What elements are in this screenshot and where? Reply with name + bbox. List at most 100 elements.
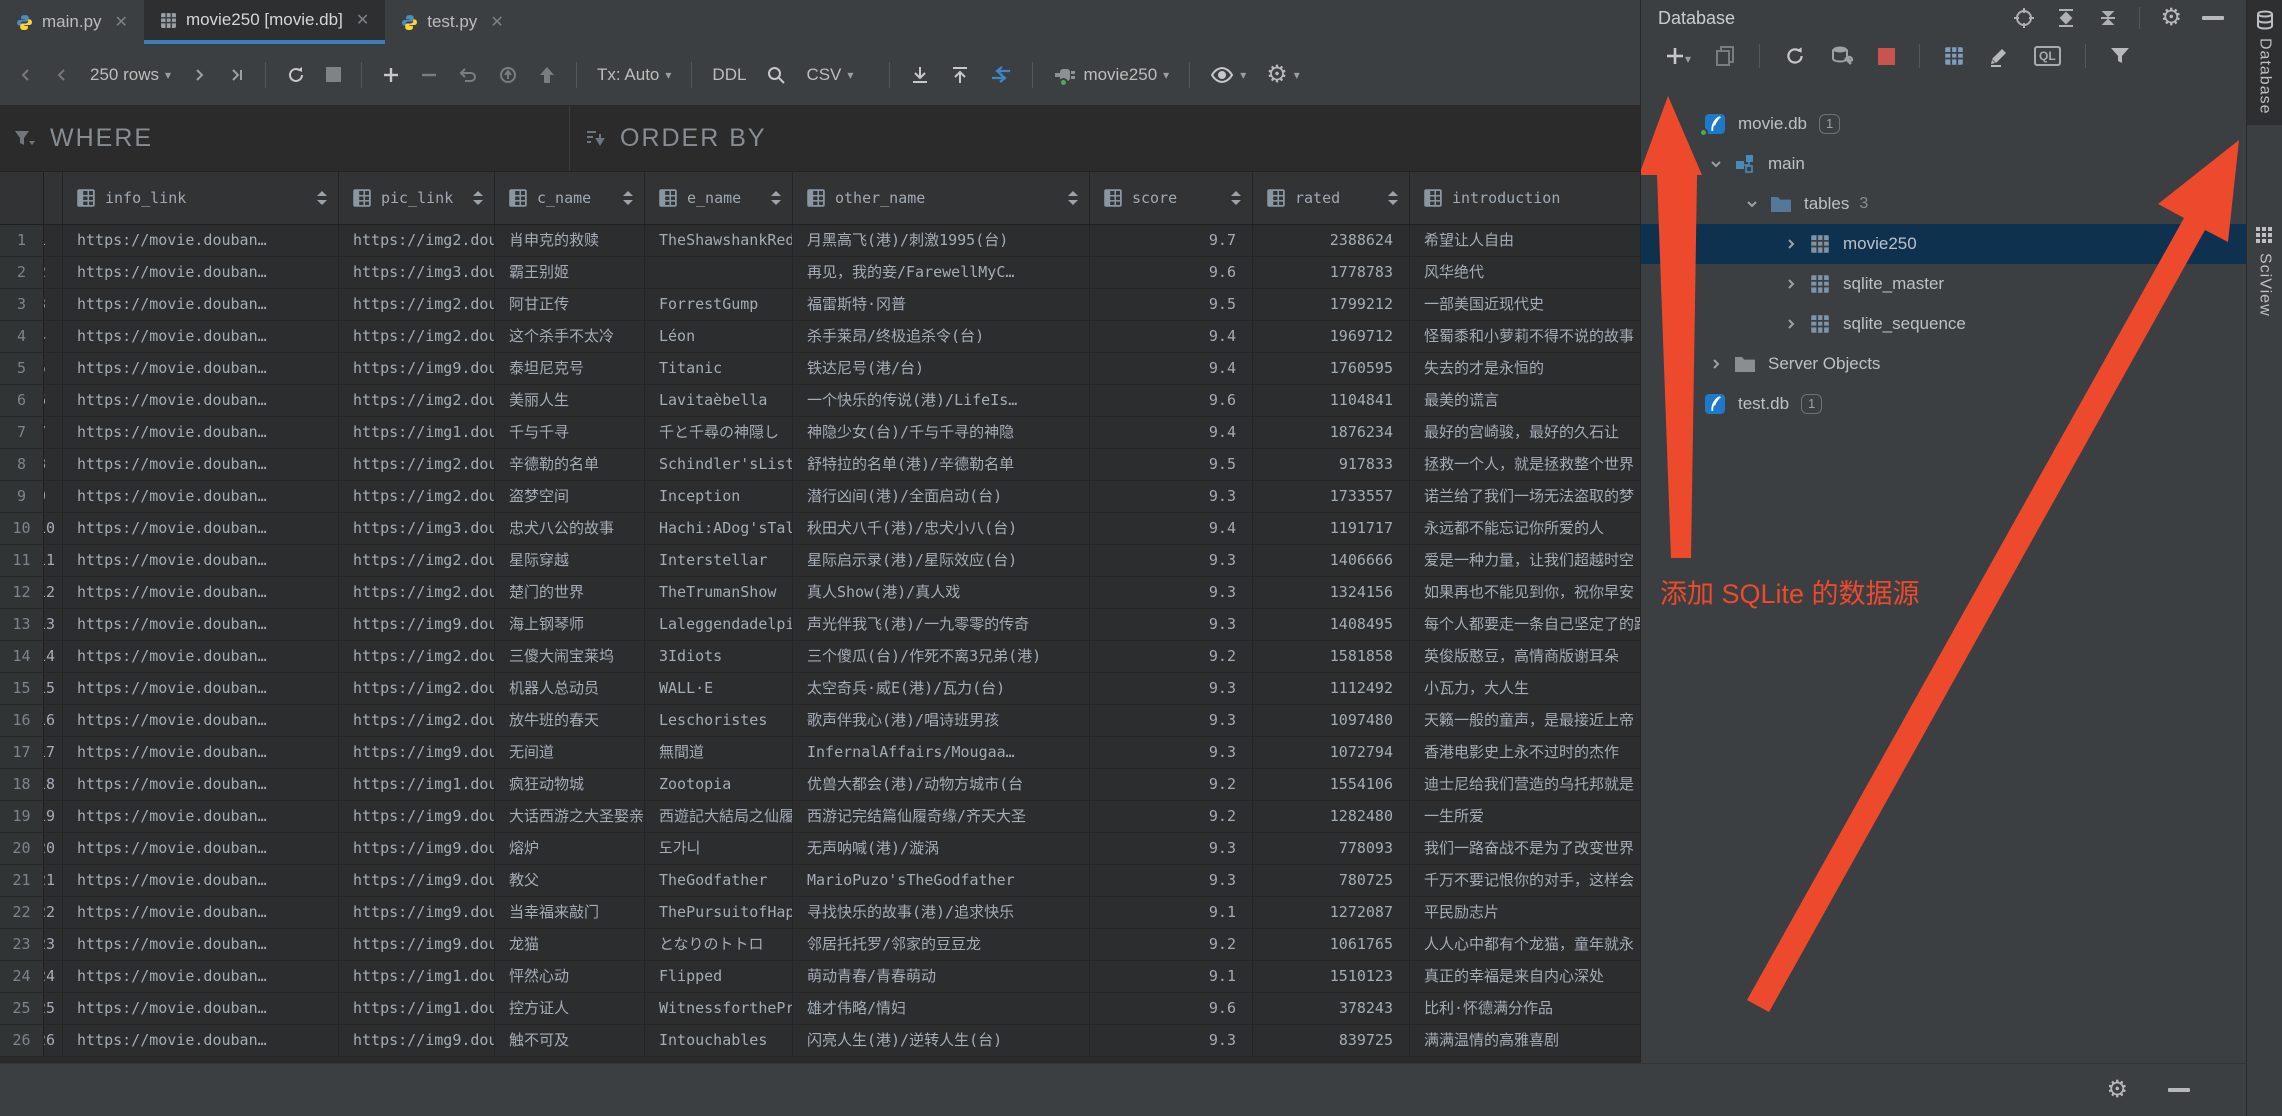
- cell-other_name[interactable]: 优兽大都会(港)/动物方城市(台: [793, 769, 1090, 800]
- cell-rated[interactable]: 1408495: [1253, 609, 1410, 640]
- chevron-right-icon[interactable]: [1775, 277, 1807, 291]
- cell-e_name[interactable]: Zootopia: [645, 769, 793, 800]
- cell-e_name[interactable]: となりのトトロ: [645, 929, 793, 960]
- next-page-icon[interactable]: [183, 61, 215, 89]
- cell-info_link[interactable]: https://movie.douban…: [63, 865, 339, 896]
- row-number[interactable]: 18: [0, 769, 44, 800]
- cell-other_name[interactable]: 秋田犬八千(港)/忠犬小八(台): [793, 513, 1090, 544]
- cell-e_name[interactable]: Leschoristes: [645, 705, 793, 736]
- cell-info_link[interactable]: https://movie.douban…: [63, 961, 339, 992]
- cell-info_link[interactable]: https://movie.douban…: [63, 993, 339, 1024]
- cell-e_name[interactable]: ThePursuitofHapp…: [645, 897, 793, 928]
- cell-pic_link[interactable]: https://img9.dou…: [339, 1025, 495, 1056]
- column-header-score[interactable]: score: [1090, 172, 1253, 224]
- import-data-icon[interactable]: [942, 59, 978, 91]
- cell-other_name[interactable]: 神隐少女(台)/千与千寻的神隐: [793, 417, 1090, 448]
- edit-icon[interactable]: [1988, 45, 2010, 67]
- cell-score[interactable]: 9.3: [1090, 673, 1253, 704]
- column-header-introduction[interactable]: introduction: [1410, 172, 1641, 224]
- row-number[interactable]: 10: [0, 513, 44, 544]
- cell-rated[interactable]: 1406666: [1253, 545, 1410, 576]
- cell-introduction[interactable]: 真正的幸福是来自内心深处: [1410, 961, 1641, 992]
- cell-info_link[interactable]: https://movie.douban…: [63, 929, 339, 960]
- cell-introduction[interactable]: 诺兰给了我们一场无法盗取的梦: [1410, 481, 1641, 512]
- clipped-id-cell[interactable]: 17: [44, 737, 63, 768]
- row-number[interactable]: 25: [0, 993, 44, 1024]
- cell-info_link[interactable]: https://movie.douban…: [63, 641, 339, 672]
- close-icon[interactable]: ✕: [490, 12, 503, 32]
- cell-other_name[interactable]: 杀手莱昂/终极追杀令(台): [793, 321, 1090, 352]
- reload-icon[interactable]: [278, 59, 314, 91]
- cell-c_name[interactable]: 楚门的世界: [495, 577, 645, 608]
- preview-changes-icon[interactable]: [490, 59, 526, 91]
- cell-pic_link[interactable]: https://img2.dou…: [339, 481, 495, 512]
- cell-e_name[interactable]: 도가니: [645, 833, 793, 864]
- cell-other_name[interactable]: 雄才伟略/情妇: [793, 993, 1090, 1024]
- column-header-pic_link[interactable]: pic_link: [339, 172, 495, 224]
- cell-info_link[interactable]: https://movie.douban…: [63, 225, 339, 256]
- cell-introduction[interactable]: 最好的宫崎骏，最好的久石让: [1410, 417, 1641, 448]
- cell-info_link[interactable]: https://movie.douban…: [63, 353, 339, 384]
- cell-pic_link[interactable]: https://img9.dou…: [339, 865, 495, 896]
- cell-info_link[interactable]: https://movie.douban…: [63, 737, 339, 768]
- row-number[interactable]: 16: [0, 705, 44, 736]
- cell-other_name[interactable]: 月黑高飞(港)/刺激1995(台): [793, 225, 1090, 256]
- cell-pic_link[interactable]: https://img9.dou…: [339, 609, 495, 640]
- export-format-select[interactable]: CSV▾: [798, 59, 861, 91]
- cell-c_name[interactable]: 忠犬八公的故事: [495, 513, 645, 544]
- data-view-icon[interactable]: [1944, 46, 1964, 66]
- cell-e_name[interactable]: TheGodfather: [645, 865, 793, 896]
- where-filter[interactable]: WHERE: [0, 106, 570, 171]
- cell-info_link[interactable]: https://movie.douban…: [63, 321, 339, 352]
- clipped-id-cell[interactable]: 7: [44, 417, 63, 448]
- row-number[interactable]: 19: [0, 801, 44, 832]
- cell-other_name[interactable]: 声光伴我飞(港)/一九零零的传奇: [793, 609, 1090, 640]
- clipped-id-cell[interactable]: 15: [44, 673, 63, 704]
- cell-score[interactable]: 9.3: [1090, 609, 1253, 640]
- cell-other_name[interactable]: InfernalAffairs/Mougaa…: [793, 737, 1090, 768]
- cell-introduction[interactable]: 最美的谎言: [1410, 385, 1641, 416]
- tree-item-test-db[interactable]: test.db1: [1641, 384, 2246, 424]
- clipped-id-cell[interactable]: 4: [44, 321, 63, 352]
- cell-c_name[interactable]: 教父: [495, 865, 645, 896]
- cell-score[interactable]: 9.5: [1090, 289, 1253, 320]
- cell-c_name[interactable]: 熔炉: [495, 833, 645, 864]
- cell-rated[interactable]: 1969712: [1253, 321, 1410, 352]
- cell-rated[interactable]: 1778783: [1253, 257, 1410, 288]
- row-number[interactable]: 1: [0, 225, 44, 256]
- clipped-id-cell[interactable]: 8: [44, 449, 63, 480]
- cell-e_name[interactable]: Laleggendadelpia…: [645, 609, 793, 640]
- tx-mode-select[interactable]: Tx: Auto▾: [589, 59, 679, 91]
- cell-score[interactable]: 9.2: [1090, 801, 1253, 832]
- cell-introduction[interactable]: 一部美国近现代史: [1410, 289, 1641, 320]
- cell-score[interactable]: 9.2: [1090, 641, 1253, 672]
- cell-pic_link[interactable]: https://img1.dou…: [339, 769, 495, 800]
- cell-pic_link[interactable]: https://img9.dou…: [339, 929, 495, 960]
- tree-item-main[interactable]: main: [1641, 144, 2246, 184]
- cell-pic_link[interactable]: https://img2.dou…: [339, 641, 495, 672]
- cell-score[interactable]: 9.1: [1090, 897, 1253, 928]
- clipped-id-cell[interactable]: 18: [44, 769, 63, 800]
- cell-e_name[interactable]: [645, 257, 793, 288]
- cell-rated[interactable]: 917833: [1253, 449, 1410, 480]
- cell-c_name[interactable]: 辛德勒的名单: [495, 449, 645, 480]
- previous-page-icon[interactable]: [46, 61, 78, 89]
- cell-c_name[interactable]: 控方证人: [495, 993, 645, 1024]
- tree-item-sqlite-sequence[interactable]: sqlite_sequence: [1641, 304, 2246, 344]
- cell-c_name[interactable]: 阿甘正传: [495, 289, 645, 320]
- cell-e_name[interactable]: Inception: [645, 481, 793, 512]
- add-row-icon[interactable]: [374, 60, 408, 90]
- cell-score[interactable]: 9.3: [1090, 865, 1253, 896]
- cell-info_link[interactable]: https://movie.douban…: [63, 577, 339, 608]
- cell-c_name[interactable]: 机器人总动员: [495, 673, 645, 704]
- clipped-id-cell[interactable]: 25: [44, 993, 63, 1024]
- cell-c_name[interactable]: 霸王别姬: [495, 257, 645, 288]
- row-number[interactable]: 7: [0, 417, 44, 448]
- cell-rated[interactable]: 1061765: [1253, 929, 1410, 960]
- cell-rated[interactable]: 1554106: [1253, 769, 1410, 800]
- chevron-down-icon[interactable]: [1700, 157, 1732, 171]
- cell-other_name[interactable]: 无声呐喊(港)/漩涡: [793, 833, 1090, 864]
- cell-c_name[interactable]: 三傻大闹宝莱坞: [495, 641, 645, 672]
- cell-c_name[interactable]: 放牛班的春天: [495, 705, 645, 736]
- cell-introduction[interactable]: 风华绝代: [1410, 257, 1641, 288]
